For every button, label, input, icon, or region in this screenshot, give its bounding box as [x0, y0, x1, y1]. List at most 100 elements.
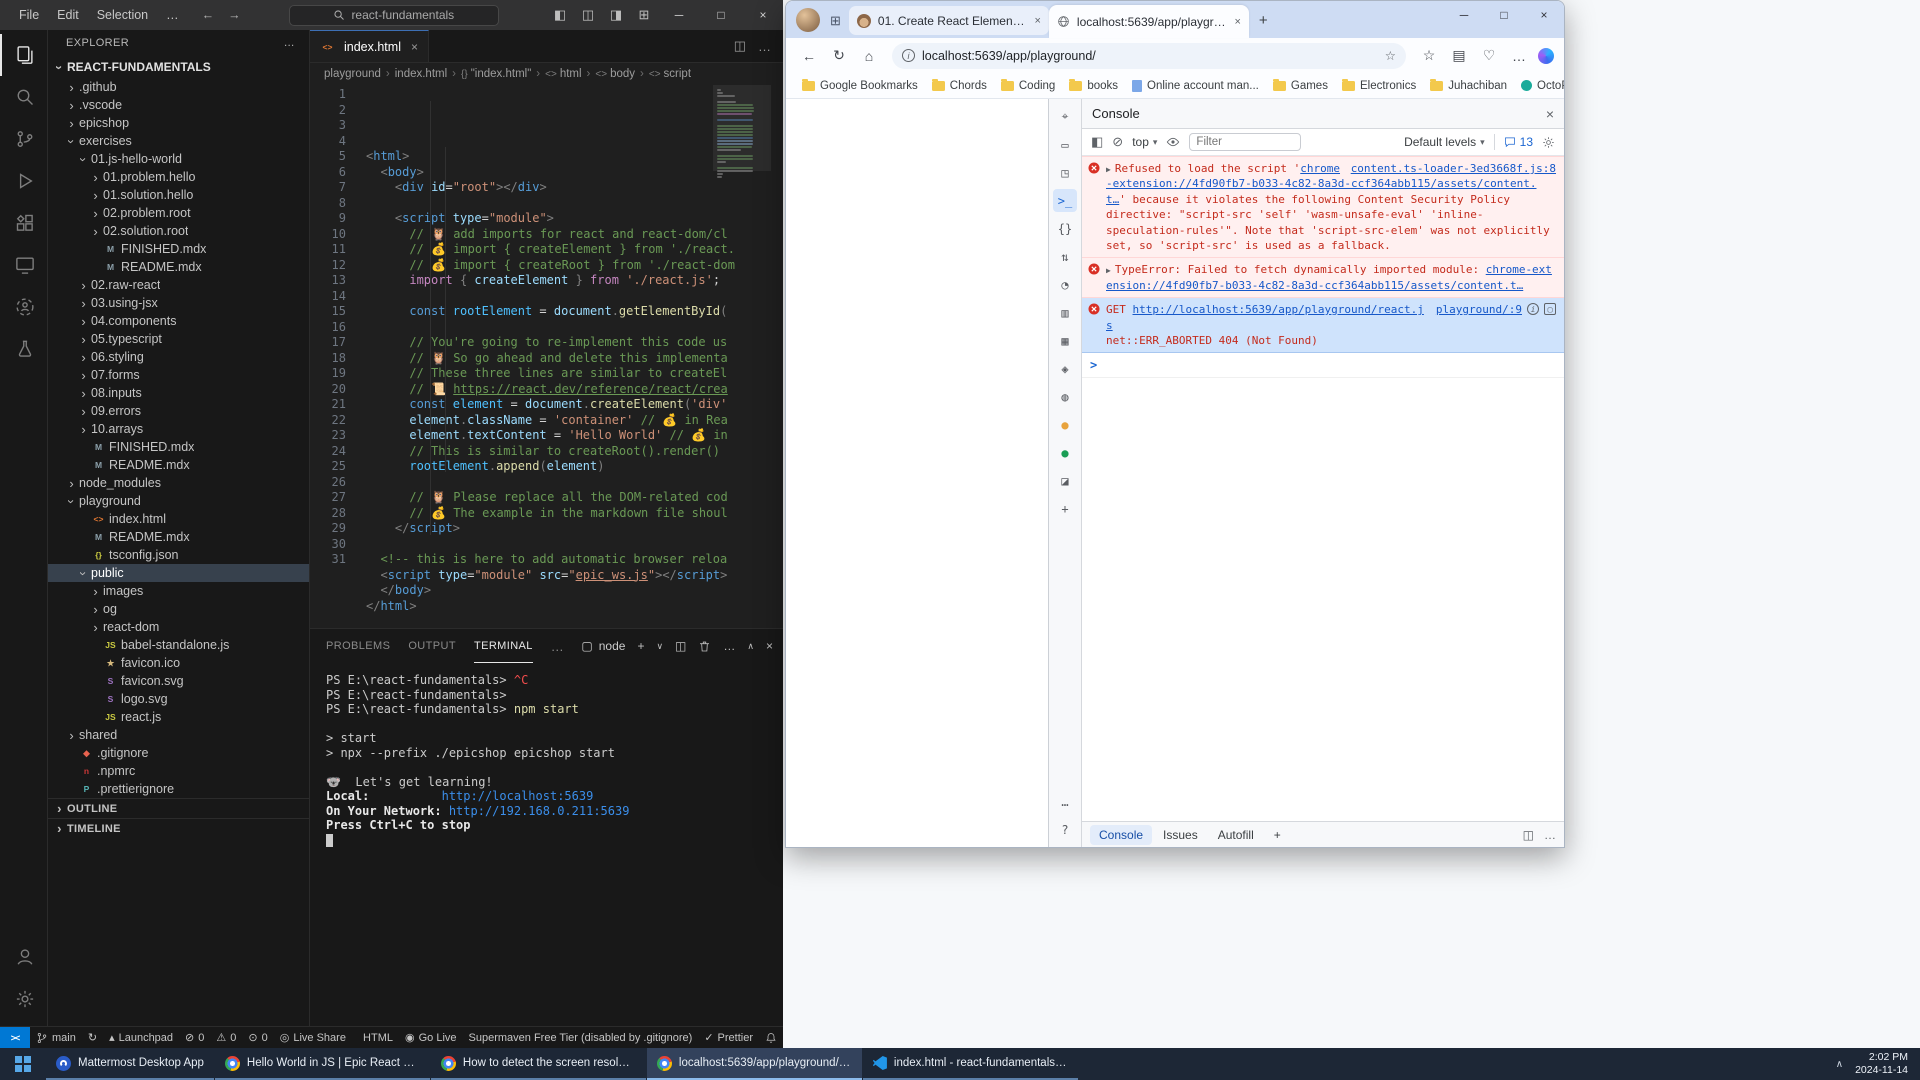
devtools-more-panel-icon[interactable]: ◪ — [1053, 469, 1077, 492]
tree-item[interactable]: ›exercises — [48, 132, 309, 150]
console-message[interactable]: ▢iplayground/:9GET http://localhost:5639… — [1082, 298, 1564, 353]
tray-overflow-chevron-icon[interactable]: ∧ — [1836, 1059, 1843, 1070]
tree-item[interactable]: ›03.using-jsx — [48, 294, 309, 312]
live-share-icon[interactable] — [0, 286, 48, 328]
devtools-add-icon[interactable]: + — [1053, 497, 1077, 520]
devtools-help-icon[interactable]: ? — [1053, 818, 1077, 841]
tree-item[interactable]: n.npmrc — [48, 762, 309, 780]
drawer-tab-autofill[interactable]: Autofill — [1209, 825, 1263, 845]
status-ports[interactable]: ⊙0 — [242, 1027, 273, 1048]
tree-item[interactable]: ›09.errors — [48, 402, 309, 420]
vscode-minimize-button[interactable]: ─ — [659, 0, 699, 30]
tree-item[interactable]: JSbabel-standalone.js — [48, 636, 309, 654]
new-tab-button[interactable]: + — [1259, 12, 1268, 29]
bookmark-item[interactable]: Online account man... — [1126, 77, 1265, 95]
console-prompt[interactable]: > — [1082, 353, 1564, 378]
status-sync[interactable]: ↻ — [82, 1027, 103, 1048]
live-expression-eye-icon[interactable] — [1166, 135, 1180, 149]
breadcrumb-item[interactable]: index.html — [395, 68, 447, 80]
address-bar[interactable]: i localhost:5639/app/playground/ ☆ — [892, 43, 1406, 69]
account-icon[interactable] — [0, 936, 48, 978]
devtools-security-icon[interactable]: ◈ — [1053, 357, 1077, 380]
explorer-more-actions-icon[interactable]: … — [284, 37, 295, 49]
remote-explorer-icon[interactable] — [0, 244, 48, 286]
devtools-device-toolbar-icon[interactable]: ▭ — [1053, 133, 1077, 156]
collections-icon[interactable]: ▤ — [1446, 47, 1472, 64]
devtools-more-tools-icon[interactable]: … — [1053, 790, 1077, 813]
copilot-icon[interactable] — [1538, 48, 1554, 64]
source-control-icon[interactable] — [0, 118, 48, 160]
browser-essentials-icon[interactable]: ♡ — [1476, 47, 1502, 64]
nav-forward-icon[interactable]: → — [228, 8, 241, 22]
settings-icon[interactable] — [0, 978, 48, 1020]
home-icon[interactable]: ⌂ — [856, 48, 882, 64]
kill-terminal-icon[interactable] — [698, 640, 711, 653]
back-icon[interactable]: ← — [796, 48, 822, 64]
status-launchpad[interactable]: ▴Launchpad — [103, 1027, 179, 1048]
vscode-close-button[interactable]: × — [743, 0, 783, 30]
panel-tab-terminal[interactable]: TERMINAL — [474, 629, 533, 663]
devtools-elements-icon[interactable]: ◳ — [1053, 161, 1077, 184]
tree-item[interactable]: ›epicshop — [48, 114, 309, 132]
menu-file[interactable]: File — [10, 8, 48, 22]
tree-item[interactable]: ›08.inputs — [48, 384, 309, 402]
devtools-performance-icon[interactable]: ◔ — [1053, 273, 1077, 296]
code-editor[interactable]: 1234567891011121314151617181920212223242… — [310, 85, 783, 628]
tree-item[interactable]: MREADME.mdx — [48, 456, 309, 474]
taskbar-app[interactable]: How to detect the screen resoluti... — [431, 1048, 646, 1080]
status-branch[interactable]: main — [30, 1027, 82, 1048]
command-center-search[interactable]: react-fundamentals — [289, 5, 499, 26]
log-levels-selector[interactable]: Default levels▾ — [1404, 135, 1485, 149]
browser-tab-playground[interactable]: localhost:5639/app/playground/ × — [1049, 5, 1249, 38]
menu-selection[interactable]: Selection — [88, 8, 157, 22]
editor-more-actions-icon[interactable]: … — [758, 39, 771, 54]
tree-item[interactable]: Sfavicon.svg — [48, 672, 309, 690]
tree-item[interactable]: ›05.typescript — [48, 330, 309, 348]
devtools-network-icon[interactable]: ⇅ — [1053, 245, 1077, 268]
bookmark-item[interactable]: Juhachiban — [1424, 77, 1513, 95]
menu-more[interactable]: … — [157, 8, 188, 22]
info-icon[interactable]: i — [1527, 303, 1539, 315]
devtools-lighthouse-icon[interactable]: ◍ — [1053, 385, 1077, 408]
tree-item[interactable]: ›10.arrays — [48, 420, 309, 438]
minimap[interactable] — [713, 85, 771, 628]
bookmark-item[interactable]: Games — [1267, 77, 1334, 95]
tree-item[interactable]: <>index.html — [48, 510, 309, 528]
bookmark-item[interactable]: Coding — [995, 77, 1061, 95]
status-language-mode[interactable]: HTML — [357, 1027, 399, 1048]
settings-more-icon[interactable]: … — [1506, 48, 1532, 64]
drawer-tab-console[interactable]: Console — [1090, 825, 1152, 845]
toggle-secondary-sidebar-icon[interactable]: ◨ — [603, 7, 629, 23]
source-location-link[interactable]: content.ts-loader-3ed3668f.js:8 — [1351, 161, 1556, 176]
status-errors[interactable]: ⊘0 — [179, 1027, 210, 1048]
drawer-more-icon[interactable]: … — [1544, 828, 1556, 842]
drawer-tab-issues[interactable]: Issues — [1154, 825, 1207, 845]
taskbar-app[interactable]: Hello World in JS | Epic React by K... — [215, 1048, 430, 1080]
search-icon[interactable] — [0, 76, 48, 118]
sidebar-section-timeline[interactable]: ›TIMELINE — [48, 818, 309, 838]
bookmark-item[interactable]: books — [1063, 77, 1124, 95]
tree-item[interactable]: ›04.components — [48, 312, 309, 330]
status-warnings[interactable]: ⚠0 — [210, 1027, 242, 1048]
tree-item[interactable]: ›01.js-hello-world — [48, 150, 309, 168]
status-notifications[interactable] — [759, 1027, 783, 1048]
tree-item[interactable]: ›01.solution.hello — [48, 186, 309, 204]
edge-minimize-button[interactable]: ─ — [1444, 1, 1484, 29]
page-viewport[interactable] — [786, 99, 1049, 847]
drawer-tab-add[interactable]: + — [1265, 825, 1290, 845]
refresh-icon[interactable]: ↻ — [826, 47, 852, 64]
tree-item[interactable]: P.prettierignore — [48, 780, 309, 798]
taskbar-app[interactable]: localhost:5639/app/playground/ a... — [647, 1048, 862, 1080]
sidebar-section-outline[interactable]: ›OUTLINE — [48, 798, 309, 818]
tree-item[interactable]: MFINISHED.mdx — [48, 438, 309, 456]
toggle-sidebar-icon[interactable]: ◧ — [547, 7, 573, 23]
terminal-process-chip[interactable]: ▢ node — [581, 639, 625, 653]
breadcrumb-item[interactable]: <>html — [545, 68, 581, 80]
close-tab-icon[interactable]: × — [1034, 15, 1040, 27]
status-go-live[interactable]: ◉Go Live — [399, 1027, 463, 1048]
tree-item[interactable]: ›01.problem.hello — [48, 168, 309, 186]
site-info-icon[interactable]: i — [902, 49, 915, 62]
status-supermaven[interactable]: Supermaven Free Tier (disabled by .gitig… — [463, 1027, 699, 1048]
source-location-link[interactable]: playground/:9 — [1436, 302, 1522, 317]
terminal-dropdown-icon[interactable]: ∨ — [656, 641, 663, 652]
